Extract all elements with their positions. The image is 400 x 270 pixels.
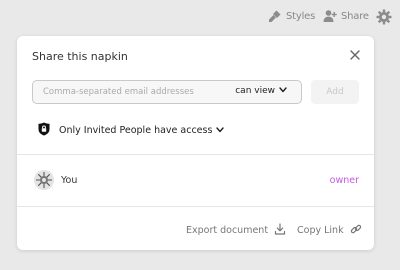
export-label: Export document xyxy=(186,225,269,236)
download-icon xyxy=(268,223,286,238)
styles-button[interactable]: Styles xyxy=(268,9,315,23)
add-button[interactable]: Add xyxy=(311,80,359,104)
permission-dropdown[interactable]: can view xyxy=(235,86,287,96)
email-field-container: can view xyxy=(32,80,302,104)
gear-icon xyxy=(376,9,392,25)
divider xyxy=(17,206,374,207)
member-role: owner xyxy=(329,175,359,186)
chevron-down-icon xyxy=(216,125,225,136)
email-input[interactable] xyxy=(43,85,223,99)
access-label: Only Invited People have access xyxy=(59,125,213,136)
avatar xyxy=(34,170,54,190)
close-icon xyxy=(348,47,362,66)
dialog-title: Share this napkin xyxy=(32,50,128,63)
add-user-icon xyxy=(323,9,337,23)
member-name: You xyxy=(61,175,78,186)
access-dropdown[interactable]: Only Invited People have access xyxy=(37,122,225,139)
paint-brush-icon xyxy=(268,9,282,23)
copy-link-label: Copy Link xyxy=(297,225,344,236)
chevron-down-icon xyxy=(275,86,287,96)
link-icon xyxy=(344,223,362,238)
export-document-button[interactable]: Export document xyxy=(186,223,286,238)
share-button[interactable]: Share xyxy=(323,9,369,23)
divider xyxy=(17,154,374,155)
settings-button[interactable] xyxy=(376,9,392,25)
lock-shield-icon xyxy=(37,122,51,139)
styles-label: Styles xyxy=(286,10,316,22)
share-dialog: Share this napkin can view Add xyxy=(17,36,374,250)
permission-label: can view xyxy=(235,86,275,96)
member-row: You owner xyxy=(34,170,359,192)
share-label: Share xyxy=(341,10,369,22)
close-button[interactable] xyxy=(348,47,362,61)
top-toolbar: Styles Share xyxy=(0,0,400,36)
copy-link-button[interactable]: Copy Link xyxy=(297,223,362,238)
